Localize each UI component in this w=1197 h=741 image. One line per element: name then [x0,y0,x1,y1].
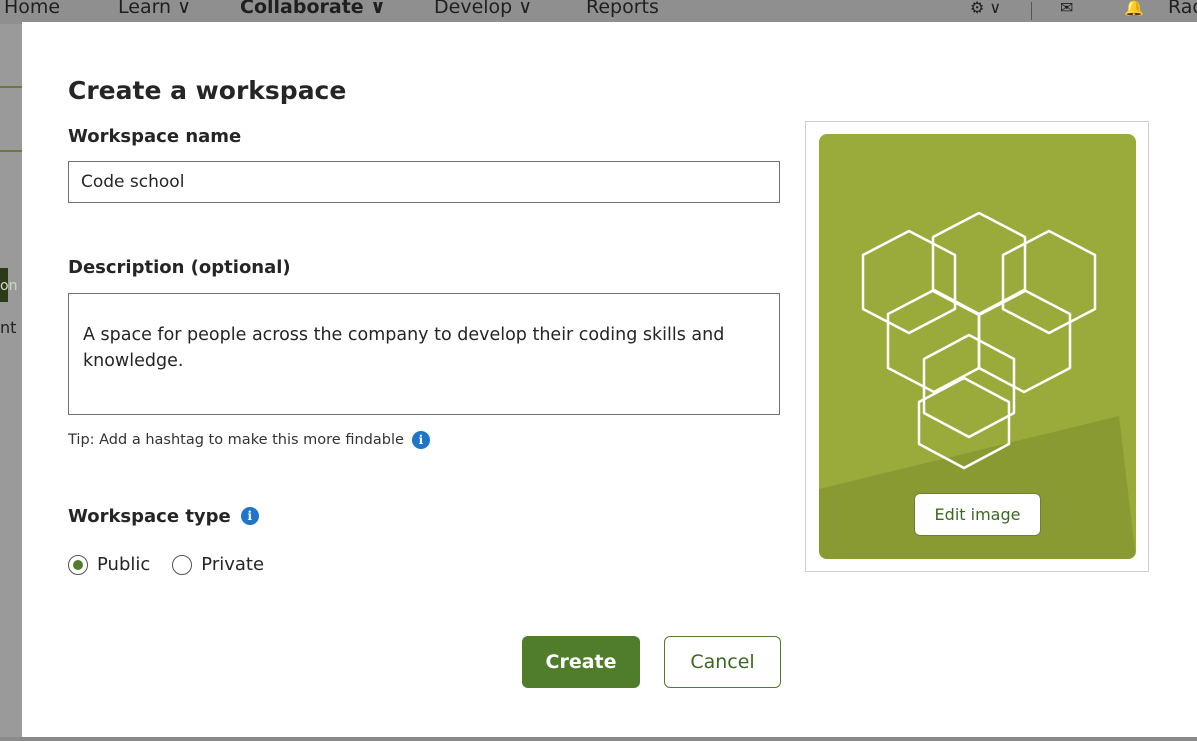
nav-learn: Learn ∨ [118,0,192,18]
create-workspace-dialog: Create a workspace Workspace name Descri… [22,22,1197,741]
edit-image-button[interactable]: Edit image [914,493,1041,536]
nav-home: Home [4,0,61,18]
workspace-image: Edit image [819,134,1136,559]
tip-text: Tip: Add a hashtag to make this more fin… [68,432,404,448]
background-line [0,86,22,88]
background-text: nt [0,318,17,337]
info-icon[interactable]: i [240,507,259,525]
user-name-fragment: Rad [1168,0,1197,18]
description-input[interactable] [68,293,780,415]
nav-reports: Reports [586,0,659,18]
radio-selected-icon [68,554,88,575]
nav-divider [1031,2,1032,20]
workspace-name-label: Workspace name [68,126,242,147]
workspace-type-label: Workspace type [68,506,231,527]
background-edge [0,737,1197,741]
workspace-type-options: Public Private [68,554,286,575]
background-text: on [0,278,18,294]
nav-collaborate: Collaborate ∨ [240,0,386,18]
radio-unselected-icon [172,554,193,575]
workspace-type-row: Workspace type i [68,506,259,527]
nav-develop: Develop ∨ [434,0,533,18]
cancel-button[interactable]: Cancel [664,636,781,688]
create-button[interactable]: Create [522,636,640,688]
info-icon[interactable]: i [411,431,430,449]
workspace-name-input[interactable] [68,161,780,203]
workspace-image-card: Edit image [805,121,1149,572]
hashtag-tip: Tip: Add a hashtag to make this more fin… [68,431,430,449]
bell-icon: 🔔 [1124,0,1144,17]
background-line [0,150,22,152]
dialog-title: Create a workspace [68,76,347,105]
background-nav: Home Learn ∨ Collaborate ∨ Develop ∨ Rep… [0,0,1197,24]
radio-private[interactable]: Private [172,554,264,575]
description-label: Description (optional) [68,257,291,278]
radio-private-label: Private [201,554,265,575]
gear-icon: ⚙ ∨ [970,0,1002,17]
radio-public[interactable]: Public [68,554,150,575]
mail-icon: ✉ [1060,0,1074,17]
radio-public-label: Public [97,554,151,575]
